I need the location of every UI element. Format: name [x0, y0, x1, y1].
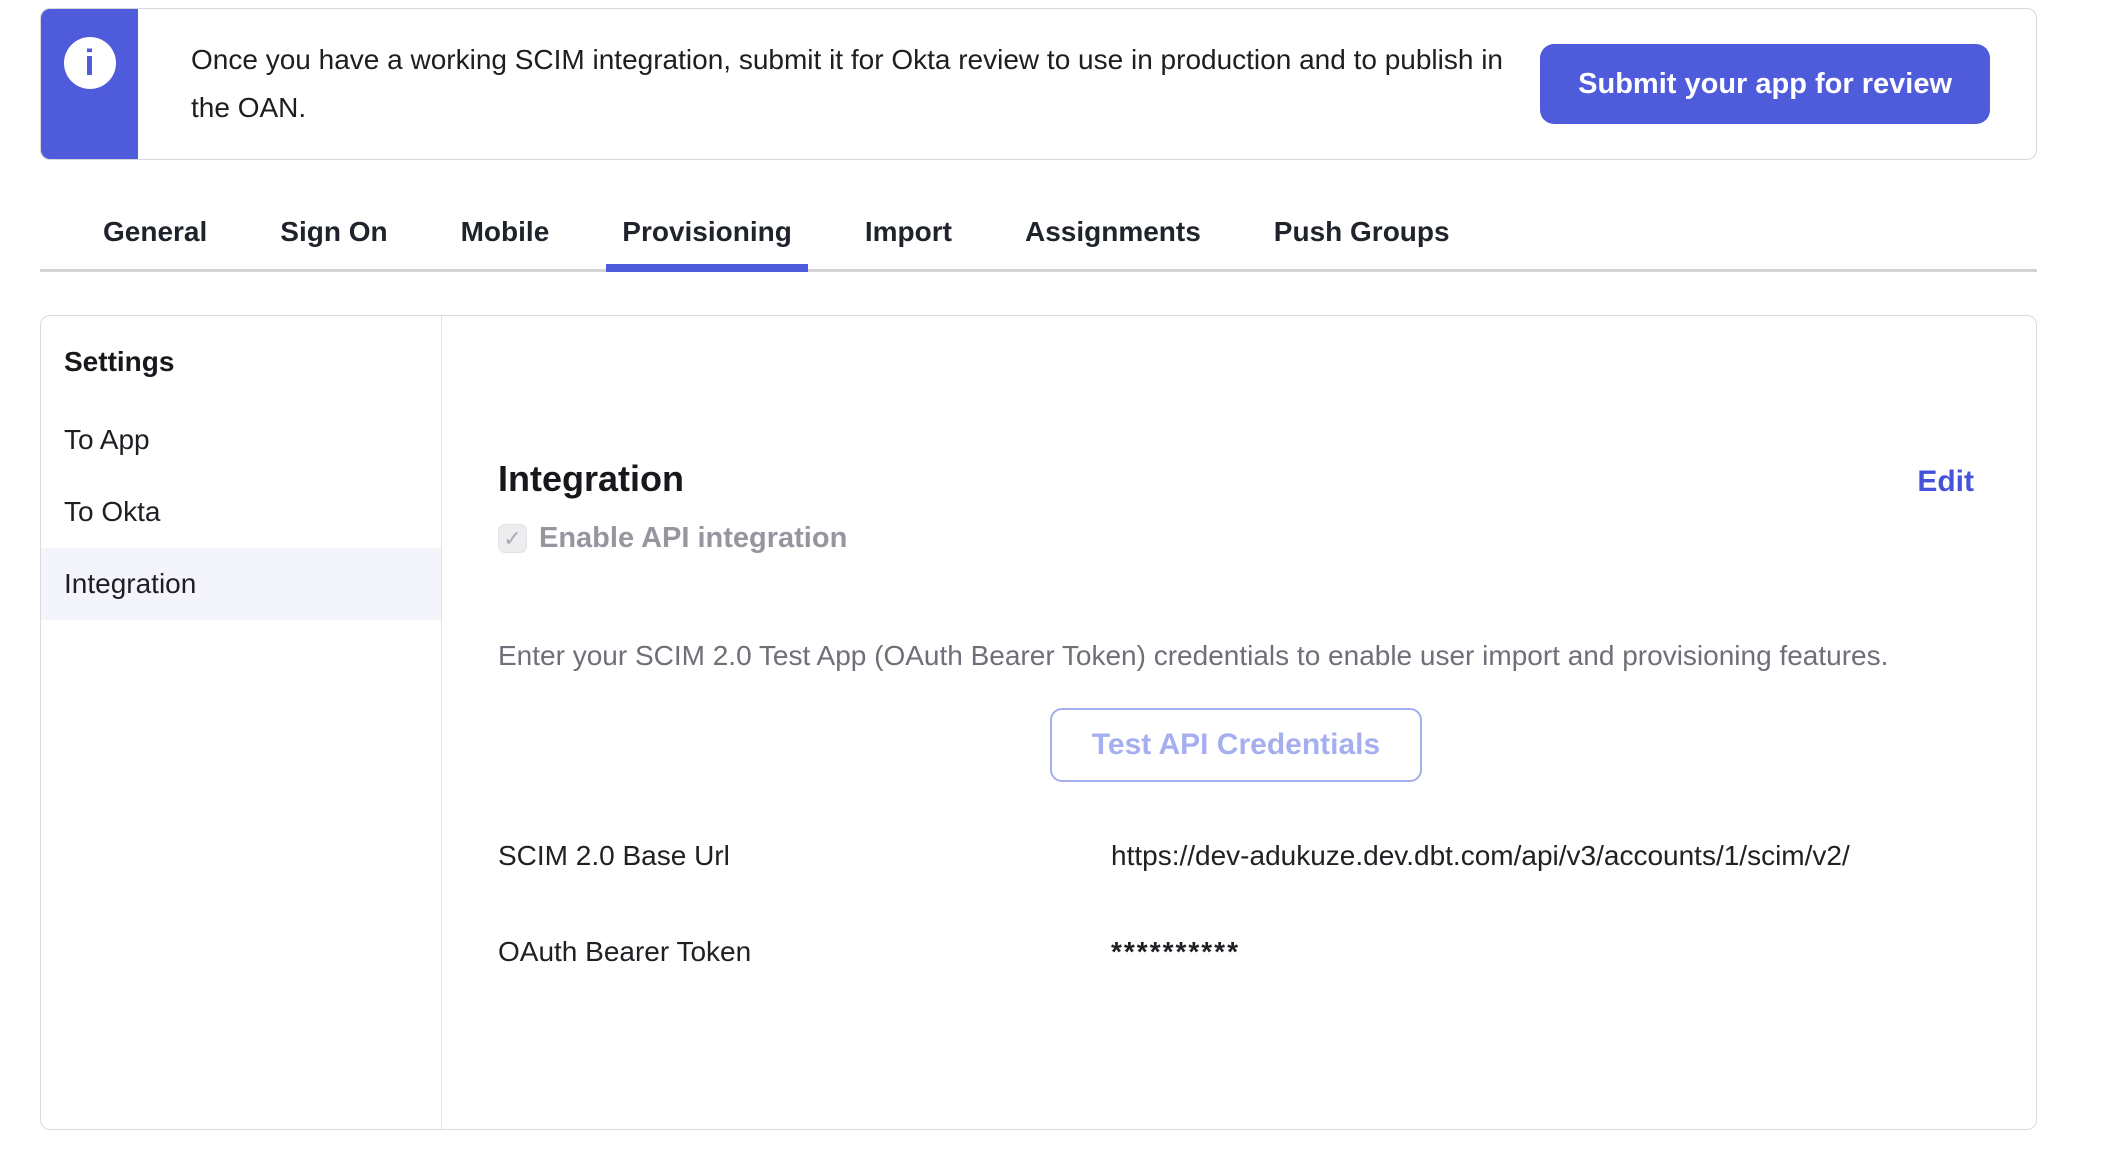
tab-mobile[interactable]: Mobile: [461, 160, 550, 269]
sidebar-item-to-okta[interactable]: To Okta: [41, 476, 441, 548]
tab-assignments[interactable]: Assignments: [1025, 160, 1201, 269]
info-banner-accent: i: [41, 9, 138, 159]
sidebar-heading: Settings: [41, 346, 441, 378]
info-icon: i: [64, 37, 116, 89]
edit-link[interactable]: Edit: [1917, 465, 1974, 499]
tab-import[interactable]: Import: [865, 160, 952, 269]
test-credentials-row: Test API Credentials: [498, 708, 1974, 782]
enable-api-integration-checkbox[interactable]: ✓: [498, 524, 527, 553]
info-banner: i Once you have a working SCIM integrati…: [40, 8, 2037, 160]
oauth-bearer-token-value: **********: [1111, 936, 1974, 968]
sidebar-item-to-app[interactable]: To App: [41, 404, 441, 476]
integration-panel: Integration Edit ✓ Enable API integratio…: [442, 316, 2036, 1129]
settings-sidebar: Settings To App To Okta Integration: [41, 316, 442, 1129]
tab-general[interactable]: General: [103, 160, 207, 269]
page: i Once you have a working SCIM integrati…: [0, 0, 2122, 1130]
tab-sign-on[interactable]: Sign On: [280, 160, 387, 269]
tab-bar: General Sign On Mobile Provisioning Impo…: [40, 160, 2037, 272]
tab-push-groups[interactable]: Push Groups: [1274, 160, 1450, 269]
tab-provisioning[interactable]: Provisioning: [622, 160, 792, 269]
credentials-fields: SCIM 2.0 Base Url https://dev-adukuze.de…: [498, 840, 1974, 968]
credentials-description: Enter your SCIM 2.0 Test App (OAuth Bear…: [498, 640, 1974, 672]
enable-api-integration-row: ✓ Enable API integration: [498, 522, 1974, 555]
scim-base-url-value: https://dev-adukuze.dev.dbt.com/api/v3/a…: [1111, 840, 1974, 872]
integration-header: Integration Edit: [498, 458, 1974, 500]
provisioning-card: Settings To App To Okta Integration Inte…: [40, 315, 2037, 1130]
test-api-credentials-button[interactable]: Test API Credentials: [1050, 708, 1422, 782]
info-banner-message: Once you have a working SCIM integration…: [191, 36, 1540, 132]
scim-base-url-label: SCIM 2.0 Base Url: [498, 840, 1111, 872]
submit-app-for-review-button[interactable]: Submit your app for review: [1540, 44, 1990, 124]
sidebar-item-integration[interactable]: Integration: [41, 548, 441, 620]
page-title: Integration: [498, 458, 684, 500]
oauth-bearer-token-label: OAuth Bearer Token: [498, 936, 1111, 968]
enable-api-integration-label: Enable API integration: [539, 522, 847, 555]
